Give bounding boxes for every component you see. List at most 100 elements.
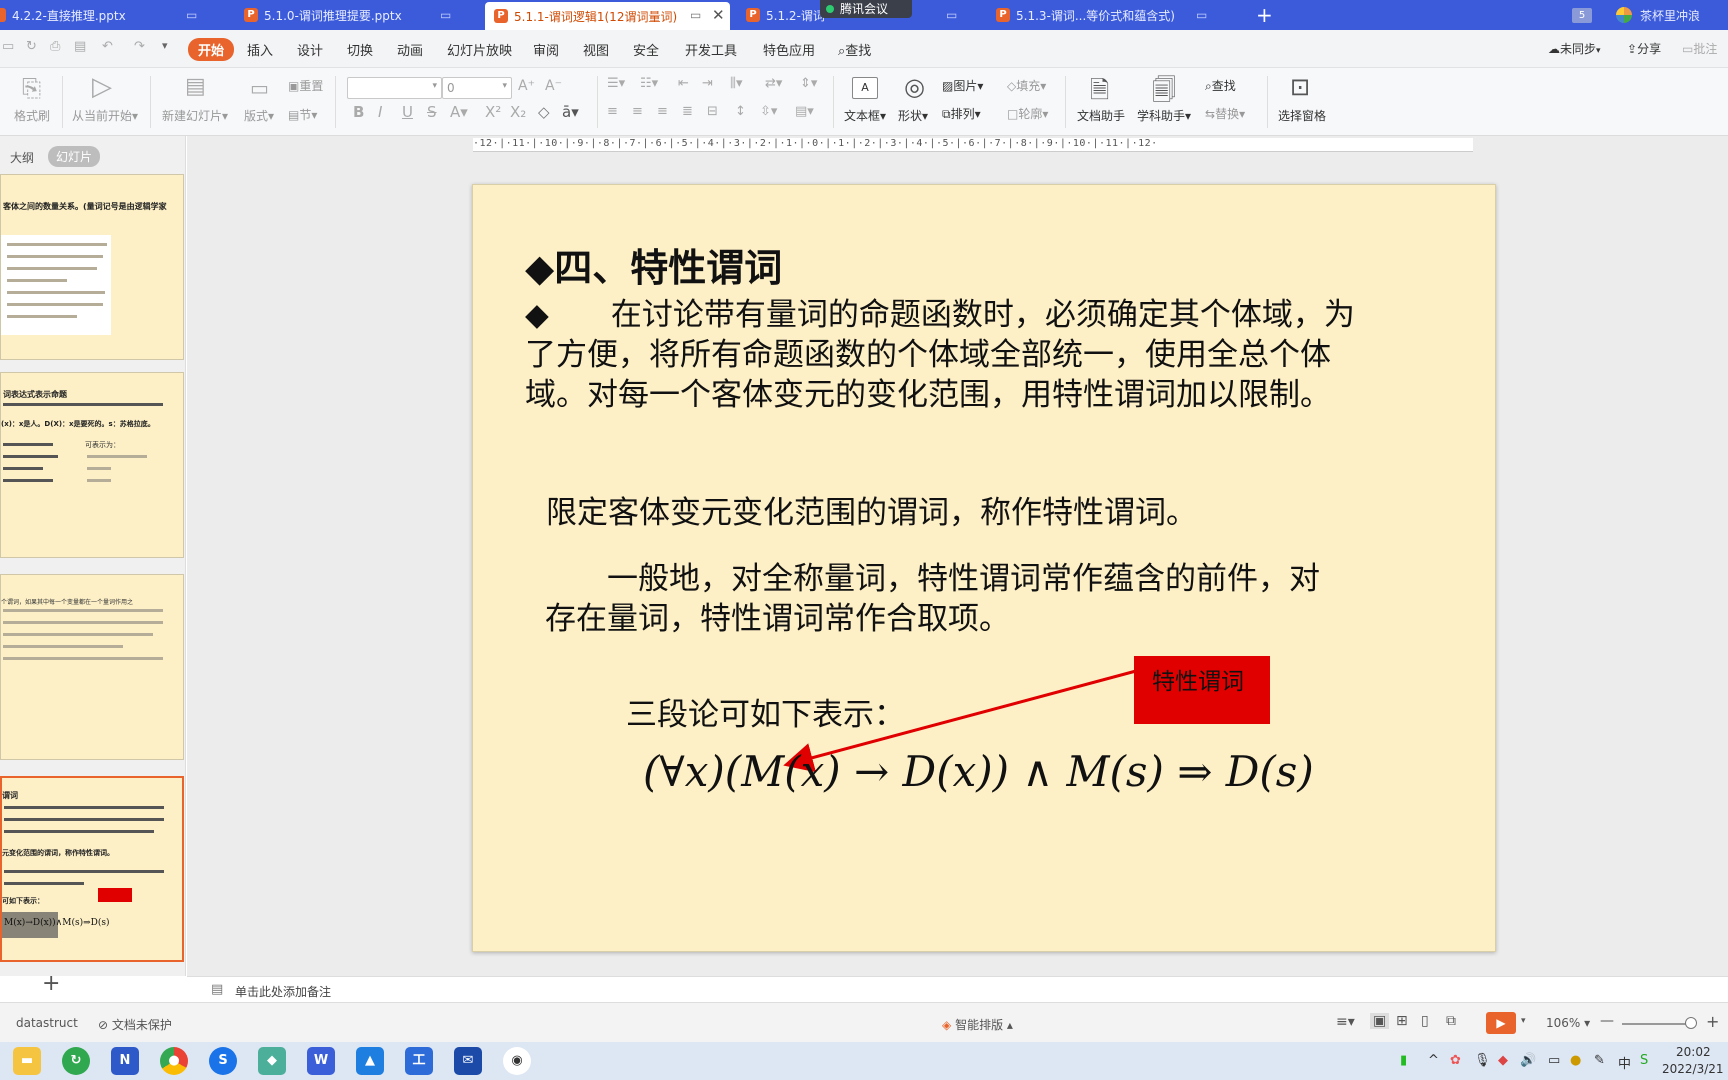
zoom-in-icon[interactable]: +	[1706, 1012, 1719, 1031]
clear-format-icon[interactable]: ◇	[538, 103, 550, 121]
wps-icon[interactable]: W	[307, 1047, 335, 1075]
menu-slideshow[interactable]: 幻灯片放映	[447, 40, 512, 59]
chrome-icon[interactable]: ●	[160, 1047, 188, 1075]
numbered-list-icon[interactable]: ☷▾	[640, 76, 658, 91]
app-mail-icon[interactable]: ✉	[454, 1047, 482, 1075]
format-painter-button[interactable]: 格式刷	[14, 107, 50, 124]
arrange-button[interactable]: ⧉排列▾	[942, 105, 981, 122]
justify-icon[interactable]: ≣	[682, 104, 693, 119]
clock-date[interactable]: 2022/3/21	[1662, 1062, 1724, 1076]
zoom-slider-track[interactable]	[1622, 1023, 1694, 1025]
play-from-current-button[interactable]: 从当前开始▾	[72, 107, 138, 124]
slides-tab[interactable]: 幻灯片	[48, 146, 101, 167]
menu-transition[interactable]: 切换	[347, 40, 373, 59]
slide-thumbnail-4-selected[interactable]: 谓词 元变化范围的谓词，称作特性谓词。 可如下表示： M(x)→D(x))∧M(…	[0, 776, 184, 962]
app-s-icon[interactable]: S	[209, 1047, 237, 1075]
outline-button[interactable]: □轮廓▾	[1007, 105, 1048, 122]
menu-review[interactable]: 审阅	[533, 40, 559, 59]
comment-button[interactable]: ▭批注	[1682, 40, 1717, 57]
selection-pane-button[interactable]: 选择窗格	[1278, 107, 1326, 124]
notes-bar[interactable]: ▤ 单击此处添加备注	[187, 976, 1728, 1002]
find-button[interactable]: ⌕查找	[1205, 77, 1236, 94]
undo-icon[interactable]: ↶	[102, 39, 113, 54]
mic-icon[interactable]: 🎙	[1474, 1053, 1491, 1068]
monitor-icon[interactable]: ▭	[1196, 8, 1207, 22]
user-avatar[interactable]	[1616, 7, 1632, 23]
reset-button[interactable]: ▣重置	[288, 77, 323, 94]
menu-features[interactable]: 特色应用	[763, 40, 815, 59]
play-slideshow-button[interactable]: ▶	[1486, 1012, 1516, 1034]
char-spacing-icon[interactable]: ā▾	[562, 103, 579, 121]
layout-button[interactable]: 版式▾	[244, 107, 274, 124]
redo-icon[interactable]: ↷	[134, 39, 145, 54]
tray-app-3-icon[interactable]: ●	[1570, 1053, 1581, 1068]
app-notes-icon[interactable]: ◆	[258, 1047, 286, 1075]
menu-view[interactable]: 视图	[583, 40, 609, 59]
increase-font-icon[interactable]: A⁺	[518, 78, 535, 94]
column-icon[interactable]: ⫼▾	[730, 76, 743, 91]
share-button[interactable]: ⇪分享	[1627, 40, 1661, 57]
monitor-icon[interactable]: ▭	[186, 8, 197, 22]
current-slide[interactable]: ◆四、特性谓词 ◆ 在讨论带有量词的命题函数时，必须确定其个体域，为 了方便，将…	[472, 184, 1496, 952]
slide-thumbnail-2[interactable]: 词表达式表示命题 (x)：x是人。D(X)：x是要死的。s：苏格拉底。 可表示为…	[0, 372, 184, 558]
battery-icon[interactable]: ▮	[1400, 1053, 1407, 1068]
zoom-level[interactable]: 106% ▾	[1546, 1016, 1590, 1030]
volume-icon[interactable]: 🔊	[1520, 1053, 1536, 1068]
protection-status[interactable]: ⊘ 文档未保护	[98, 1016, 172, 1033]
bold-icon[interactable]: B	[353, 103, 364, 121]
strikethrough-icon[interactable]: S	[427, 103, 437, 121]
align-left-icon[interactable]: ≡	[607, 104, 618, 119]
line-spacing-icon[interactable]: ↕	[735, 104, 746, 119]
reading-view-icon[interactable]: ▯	[1421, 1013, 1429, 1029]
file-explorer-icon[interactable]: ▬	[13, 1047, 41, 1075]
slide-thumbnail-1[interactable]: 客体之间的数量关系。(量词记号是由逻辑学家	[0, 174, 184, 360]
close-tab-icon[interactable]: ✕	[712, 6, 725, 24]
indent-icon[interactable]: ⇥	[702, 76, 713, 91]
app-n-icon[interactable]: N	[111, 1047, 139, 1075]
font-size-select[interactable]: 0 ▾	[442, 77, 512, 99]
app-work-icon[interactable]: 工	[405, 1047, 433, 1075]
sorter-view-icon[interactable]: ⊞	[1396, 1013, 1408, 1029]
chevron-down-icon[interactable]: ▾	[1521, 1016, 1526, 1026]
slide-thumbnail-3[interactable]: 个谓词，如果其中每一个变量都在一个量词作用之	[0, 574, 184, 760]
decrease-font-icon[interactable]: A⁻	[545, 78, 562, 94]
align-text-icon[interactable]: ⇕▾	[800, 76, 817, 91]
picture-button[interactable]: ▨图片▾	[942, 77, 983, 94]
subscript-icon[interactable]: X₂	[510, 103, 526, 121]
convert-icon[interactable]: ▤▾	[795, 104, 814, 119]
tray-app-2-icon[interactable]: ◆	[1498, 1053, 1508, 1068]
textbox-button[interactable]: 文本框▾	[844, 107, 886, 124]
menu-developer[interactable]: 开发工具	[685, 40, 737, 59]
outline-tab[interactable]: 大纲	[10, 149, 34, 166]
new-slide-button[interactable]: 新建幻灯片▾	[162, 107, 228, 124]
zoom-out-icon[interactable]: —	[1600, 1013, 1614, 1029]
sogou-icon[interactable]: S	[1640, 1053, 1648, 1068]
new-tab-plus-icon[interactable]: +	[1256, 3, 1273, 27]
sync-status[interactable]: ☁未同步▾	[1548, 40, 1601, 57]
paragraph-spacing-icon[interactable]: ⇳▾	[760, 104, 777, 119]
align-right-icon[interactable]: ≡	[657, 104, 668, 119]
superscript-icon[interactable]: X²	[485, 103, 501, 121]
save-icon[interactable]: ▭	[2, 39, 14, 54]
clock-time[interactable]: 20:02	[1676, 1045, 1711, 1059]
add-slide-plus-icon[interactable]: +	[42, 971, 60, 996]
tab-5-1-3[interactable]: P 5.1.3-谓词...等价式和蕴含式)	[988, 0, 1218, 30]
preview-icon[interactable]: ▤	[74, 39, 86, 54]
network-icon[interactable]: ▭	[1548, 1053, 1560, 1068]
menu-search[interactable]: ⌕查找	[838, 40, 871, 59]
pen-icon[interactable]: ✎	[1594, 1053, 1605, 1068]
bullet-list-icon[interactable]: ☰▾	[607, 76, 625, 91]
open-icon[interactable]: ↻	[26, 39, 37, 54]
customize-chevron-icon[interactable]: ▾	[162, 39, 168, 52]
menu-home[interactable]: 开始	[188, 38, 235, 61]
menu-design[interactable]: 设计	[297, 40, 323, 59]
ime-indicator[interactable]: 中	[1618, 1053, 1631, 1072]
text-direction-icon[interactable]: ⇄▾	[765, 76, 782, 91]
outdent-icon[interactable]: ⇤	[678, 76, 689, 91]
section-button[interactable]: ▤节▾	[288, 106, 317, 123]
monitor-icon[interactable]: ▭	[440, 8, 451, 22]
notes-view-icon[interactable]: ≡▾	[1336, 1014, 1355, 1030]
app-chart-icon[interactable]: ▲	[356, 1047, 384, 1075]
normal-view-icon[interactable]: ▣	[1370, 1013, 1390, 1029]
shape-button[interactable]: 形状▾	[898, 107, 928, 124]
